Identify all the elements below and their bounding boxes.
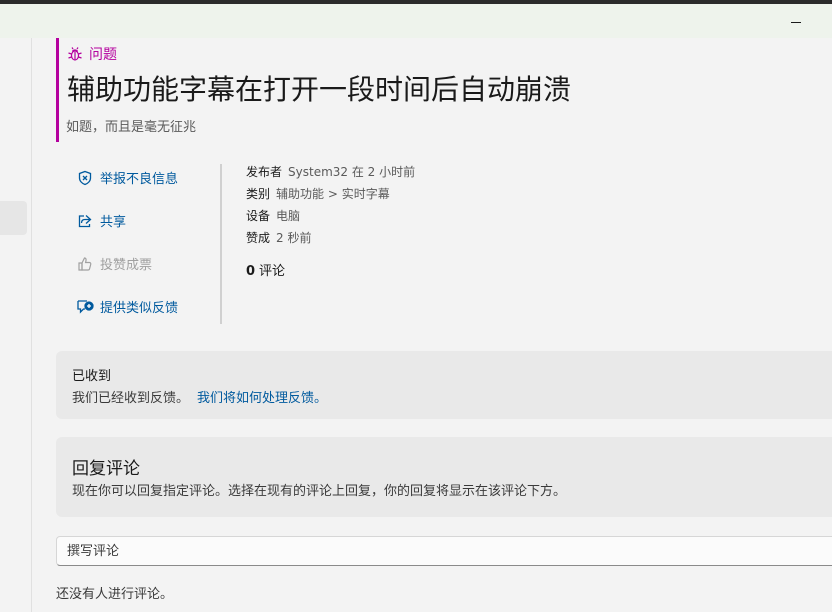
- minimize-button[interactable]: [784, 10, 808, 34]
- minimize-icon: [791, 21, 801, 23]
- title-bar: [0, 4, 832, 38]
- report-abuse-button[interactable]: 举报不良信息: [76, 168, 178, 187]
- add-similar-feedback-button[interactable]: 提供类似反馈: [76, 297, 178, 316]
- reply-heading: 回复评论: [72, 459, 140, 479]
- meta-publisher-key: 发布者: [246, 165, 283, 179]
- meta-category-key: 类别: [246, 187, 271, 201]
- issue-description: 如题，而且是毫无征兆: [66, 120, 197, 135]
- no-comments-text: 还没有人进行评论。: [56, 587, 174, 602]
- nav-selected-item[interactable]: [0, 201, 27, 235]
- meta-device: 设备 电脑: [246, 208, 415, 230]
- comments-count-number: 0: [246, 264, 256, 279]
- reply-text: 现在你可以回复指定评论。选择在现有的评论上回复，你的回复将显示在该评论下方。: [72, 484, 567, 499]
- issue-header: 问题 辅助功能字幕在打开一段时间后自动崩溃 如题，而且是毫无征兆: [56, 38, 756, 142]
- chat-add-icon: [76, 298, 94, 316]
- meta-device-key: 设备: [246, 209, 271, 223]
- meta-upvotes: 赞成 2 秒前: [246, 230, 415, 252]
- reply-info-card: 回复评论 现在你可以回复指定评论。选择在现有的评论上回复，你的回复将显示在该评论…: [56, 437, 832, 517]
- received-status-card: 已收到 我们已经收到反馈。 我们将如何处理反馈。: [56, 351, 832, 419]
- meta-category-value: 辅助功能 > 实时字幕: [276, 187, 390, 201]
- shield-x-icon: [76, 169, 94, 187]
- issue-metadata: 发布者 System32 在 2 小时前 类别 辅助功能 > 实时字幕 设备 电脑 赞…: [246, 164, 415, 279]
- meta-publisher-value: System32 在 2 小时前: [288, 165, 416, 179]
- bug-icon: [68, 47, 82, 61]
- meta-upvotes-key: 赞成: [246, 231, 271, 245]
- share-label: 共享: [100, 215, 127, 230]
- upvote-button[interactable]: 投赞成票: [76, 254, 152, 273]
- action-list: 举报不良信息 共享 投赞成票 提供类似反馈: [76, 164, 222, 324]
- thumbs-up-icon: [76, 255, 94, 273]
- share-button[interactable]: 共享: [76, 211, 126, 230]
- page-title: 辅助功能字幕在打开一段时间后自动崩溃: [67, 73, 572, 106]
- vertical-divider: [220, 164, 222, 324]
- share-icon: [76, 212, 94, 230]
- comments-count-label: 评论: [259, 264, 286, 279]
- received-text: 我们已经收到反馈。: [72, 391, 190, 406]
- feedback-detail: 问题 辅助功能字幕在打开一段时间后自动崩溃 如题，而且是毫无征兆 举报不良信息: [32, 38, 832, 612]
- issue-tag: 问题: [67, 44, 117, 64]
- issue-tag-label: 问题: [89, 47, 117, 63]
- comments-count: 0 评论: [246, 260, 415, 279]
- navigation-pane: [0, 38, 32, 612]
- add-similar-feedback-label: 提供类似反馈: [100, 301, 179, 316]
- meta-category: 类别 辅助功能 > 实时字幕: [246, 186, 415, 208]
- feedback-process-link[interactable]: 我们将如何处理反馈。: [197, 391, 327, 406]
- report-abuse-label: 举报不良信息: [100, 172, 179, 187]
- meta-publisher: 发布者 System32 在 2 小时前: [246, 164, 415, 186]
- meta-device-value: 电脑: [276, 209, 301, 223]
- meta-upvotes-value: 2 秒前: [276, 231, 312, 245]
- received-heading: 已收到: [72, 369, 112, 384]
- received-text-row: 我们已经收到反馈。 我们将如何处理反馈。: [72, 387, 327, 406]
- comment-input[interactable]: [56, 536, 832, 566]
- upvote-label: 投赞成票: [100, 258, 153, 273]
